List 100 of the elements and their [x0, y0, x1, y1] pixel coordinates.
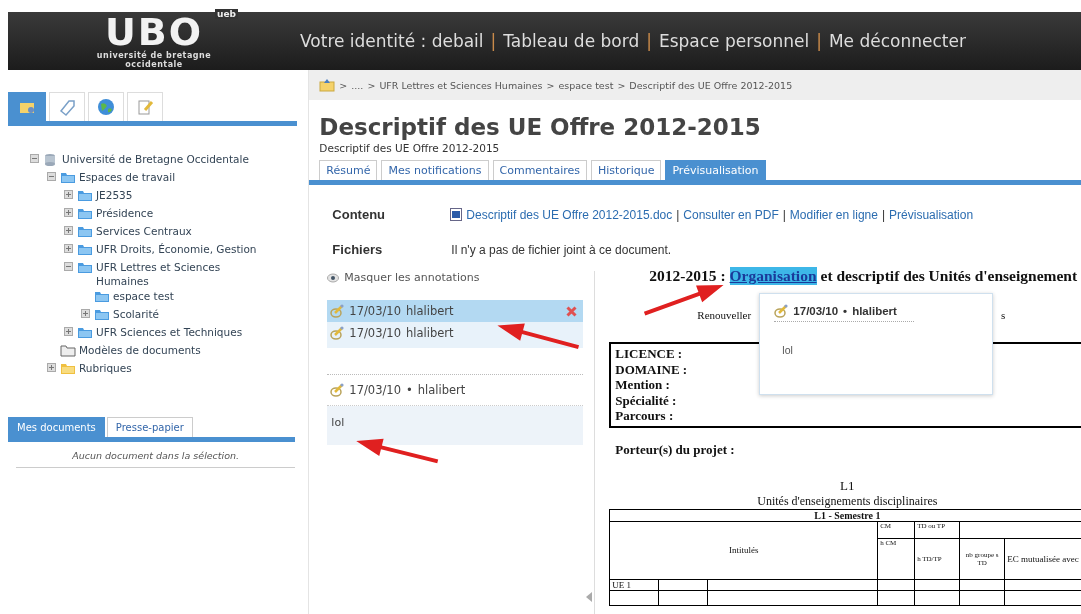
word-document-icon: [450, 208, 463, 221]
table-cell: [914, 579, 960, 590]
folder-icon: [77, 206, 93, 221]
pencil-icon: [330, 326, 345, 340]
document-text: s: [1001, 309, 1006, 321]
folder-icon: [60, 170, 76, 185]
expand-icon[interactable]: [64, 244, 73, 253]
annotation-date: 17/03/10: [349, 326, 401, 340]
field-label: Fichiers: [332, 242, 384, 257]
table-cell: L1 - Semestre 1: [609, 509, 1081, 521]
folder-icon: [77, 260, 93, 275]
table-cell: [959, 579, 1005, 590]
document-heading: et descriptif des Unités d'enseignement: [820, 267, 1078, 285]
document-field: DOMAINE :: [615, 361, 688, 377]
separator: •: [406, 383, 413, 397]
document-field: LICENCE :: [615, 346, 683, 362]
link[interactable]: Descriptif des UE Offre 2012-2015.doc: [466, 207, 673, 222]
separator: |: [490, 31, 497, 51]
link[interactable]: Consulter en PDF: [683, 207, 779, 222]
page-subtitle: Descriptif des UE Offre 2012-2015: [319, 142, 501, 154]
separator: |: [816, 31, 822, 51]
nav-link[interactable]: Espace personnel: [658, 31, 810, 51]
expand-icon[interactable]: [64, 327, 73, 336]
breadcrumb-separator: >: [546, 79, 555, 91]
expand-icon[interactable]: [64, 208, 73, 217]
document-heading: 2012-2015 :: [649, 267, 726, 285]
tree-item[interactable]: UFR Sciences et Techniques: [96, 324, 243, 339]
page-title: Descriptif des UE Offre 2012-2015: [319, 114, 762, 140]
tab[interactable]: Historique: [591, 160, 662, 180]
breadcrumb-separator: >: [339, 79, 348, 91]
table-cell: [877, 590, 915, 605]
annotation-item[interactable]: 17/03/10 hlalibert: [327, 322, 584, 344]
link[interactable]: Prévisualisation: [889, 207, 974, 222]
folder-icon: [60, 343, 76, 358]
nav-link[interactable]: Tableau de bord: [503, 31, 640, 51]
expand-icon[interactable]: [47, 363, 56, 372]
tree-item[interactable]: Scolarité: [113, 306, 160, 321]
highlighted-text[interactable]: Organisation: [729, 267, 817, 285]
tree-item[interactable]: Présidence: [96, 205, 154, 220]
folder-icon: [77, 188, 93, 203]
tab[interactable]: Commentaires: [492, 160, 587, 180]
collapse-icon[interactable]: [30, 154, 39, 163]
breadcrumb-separator: >: [617, 79, 626, 91]
breadcrumb-link[interactable]: ....: [351, 79, 364, 91]
nav-link[interactable]: Me déconnecter: [828, 31, 966, 51]
pencil-icon: [330, 304, 345, 318]
eye-icon: [327, 272, 340, 283]
annotation-date: 17/03/10: [349, 304, 401, 318]
expand-icon[interactable]: [64, 190, 73, 199]
annotation-author: hlalibert: [406, 326, 454, 340]
annotation-item[interactable]: 17/03/10 hlalibert: [327, 300, 584, 322]
breadcrumb-link[interactable]: Descriptif des UE Offre 2012-2015: [629, 79, 793, 91]
annotation-author: hlalibert: [852, 305, 897, 317]
toggle-link[interactable]: Masquer les annotations: [344, 271, 480, 284]
logo: UBO: [104, 13, 204, 51]
field-value: Il n'y a pas de fichier joint à ce document.: [451, 242, 672, 257]
document-text: Renouveller: [697, 309, 752, 321]
pencil-icon: [330, 383, 345, 397]
tree-item[interactable]: Services Centraux: [96, 223, 192, 238]
separator: |: [676, 207, 680, 222]
nav-link[interactable]: Votre identité : debail: [300, 31, 484, 51]
scroll-left-icon: [586, 592, 593, 602]
tree-item[interactable]: JE2535: [96, 187, 133, 202]
home-folder-icon: [319, 78, 336, 92]
folder-icon: [77, 325, 93, 340]
folder-icon: [77, 242, 93, 257]
globe-icon: [96, 97, 116, 117]
separator: |: [646, 31, 652, 51]
breadcrumb-link[interactable]: UFR Lettres et Sciences Humaines: [379, 79, 543, 91]
tree-item[interactable]: Espaces de travail: [79, 169, 176, 184]
breadcrumb-link[interactable]: espace test: [558, 79, 614, 91]
table-cell: [609, 590, 659, 605]
breadcrumb-separator: >: [367, 79, 376, 91]
table-cell: [658, 579, 708, 590]
link[interactable]: Modifier en ligne: [789, 207, 878, 222]
tab[interactable]: Résumé: [319, 160, 378, 180]
collapse-icon[interactable]: [64, 262, 73, 271]
tree-item[interactable]: Modèles de documents: [79, 342, 201, 357]
tab[interactable]: Presse-papier: [106, 417, 193, 437]
tab[interactable]: Mes notifications: [381, 160, 489, 180]
separator: |: [881, 207, 886, 222]
separator: •: [843, 305, 848, 317]
table-cell: Intitulés: [609, 521, 878, 579]
table-cell: [658, 590, 708, 605]
expand-icon[interactable]: [81, 309, 90, 318]
delete-icon[interactable]: [566, 305, 578, 317]
tree-item[interactable]: Rubriques: [79, 360, 132, 375]
expand-icon[interactable]: [64, 226, 73, 235]
icon-tab[interactable]: [8, 92, 46, 121]
annotation-text: lol: [327, 406, 584, 445]
tree-item[interactable]: espace test: [113, 288, 174, 303]
folder-icon: [94, 289, 110, 304]
document-text: Unités d'enseignements disciplinaires: [756, 493, 939, 509]
document-field: Mention :: [615, 377, 670, 393]
folder-icon: [77, 224, 93, 239]
tree-item[interactable]: UFR Droits, Économie, Gestion: [96, 241, 257, 256]
empty-message: Aucun document dans la sélection.: [16, 442, 296, 468]
logo-badge: ueb: [215, 9, 238, 19]
collapse-icon[interactable]: [47, 172, 56, 181]
tree-item[interactable]: Université de Bretagne Occidentale: [62, 151, 249, 166]
